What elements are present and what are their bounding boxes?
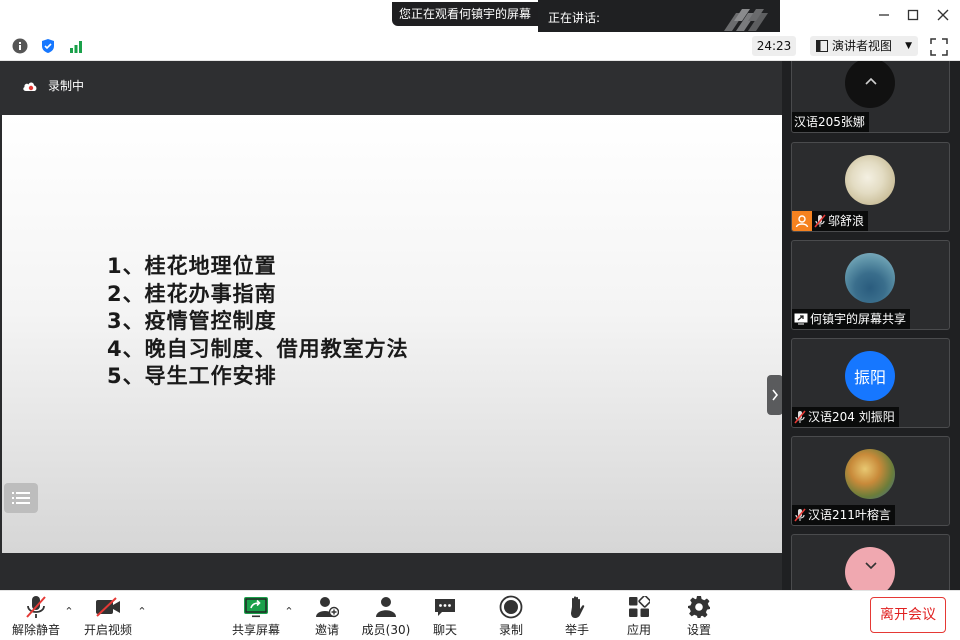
apps-icon — [626, 595, 652, 619]
maximize-button[interactable] — [902, 4, 924, 26]
unmute-button[interactable]: 解除静音 — [10, 593, 62, 639]
participant-name: 汉语205张娜 — [792, 112, 869, 132]
minimize-button[interactable] — [873, 4, 895, 26]
close-icon — [937, 9, 949, 21]
speaker-logo-icon — [724, 9, 768, 31]
slide-item: 2、桂花办事指南 — [107, 281, 277, 306]
participant-tile[interactable]: 振阳 汉语204 刘振阳 — [791, 338, 950, 428]
muted-mic-icon — [814, 214, 826, 228]
chevron-down-icon — [865, 562, 877, 570]
raise-hand-label: 举手 — [564, 623, 589, 637]
invite-button[interactable]: 邀请 — [309, 593, 345, 639]
close-button[interactable] — [932, 4, 954, 26]
audio-options-caret[interactable]: ⌃ — [63, 605, 75, 618]
screen-share-icon — [794, 313, 808, 325]
start-video-label: 开启视频 — [83, 623, 132, 637]
presentation-slide: 1、桂花地理位置 2、桂花办事指南 3、疫情管控制度 4、晚自习制度、借用教室方… — [2, 115, 782, 553]
share-screen-icon — [243, 595, 269, 619]
muted-mic-icon — [23, 595, 49, 619]
avatar — [845, 253, 895, 303]
chat-button[interactable]: 聊天 — [427, 593, 463, 639]
gallery-scroll-down-button[interactable] — [845, 548, 897, 584]
user-icon — [792, 211, 812, 231]
avatar — [845, 449, 895, 499]
speaker-view-icon — [816, 40, 828, 52]
record-icon — [498, 595, 524, 619]
apps-label: 应用 — [626, 623, 651, 637]
shared-screen-area: 录制中 1、桂花地理位置 2、桂花办事指南 3、疫情管控制度 4、晚自习制度、借… — [0, 61, 783, 590]
share-options-caret[interactable]: ⌃ — [283, 605, 295, 618]
slide-agenda-list: 1、桂花地理位置 2、桂花办事指南 3、疫情管控制度 4、晚自习制度、借用教室方… — [107, 253, 409, 391]
members-button[interactable]: 成员(30) — [361, 593, 411, 639]
muted-mic-icon — [794, 410, 806, 424]
chat-label: 聊天 — [432, 623, 457, 637]
settings-label: 设置 — [686, 623, 711, 637]
members-label: 成员(30) — [361, 623, 411, 637]
slide-item: 3、疫情管控制度 — [107, 309, 277, 333]
participant-gallery: 汉语205张娜 邬舒浪 何镇宇的屏幕共享 振阳 汉语204 刘振阳 汉语211叶… — [782, 61, 960, 590]
avatar — [845, 155, 895, 205]
slide-item: 5、导生工作安排 — [107, 364, 277, 388]
security-button[interactable] — [39, 37, 57, 55]
share-screen-label: 共享屏幕 — [231, 623, 280, 637]
chevron-up-icon — [865, 77, 877, 85]
video-options-caret[interactable]: ⌃ — [136, 605, 148, 618]
slide-item: 1、桂花地理位置 — [107, 254, 277, 278]
chevron-down-icon: ▼ — [905, 41, 912, 51]
viewing-screen-indicator: 您正在观看何镇宇的屏幕 — [392, 2, 538, 26]
network-status-button[interactable] — [67, 37, 85, 55]
meeting-info-bar: 24:23 演讲者视图 ▼ — [0, 32, 960, 61]
share-screen-button[interactable]: 共享屏幕 — [230, 593, 282, 639]
participant-tile[interactable]: 何镇宇的屏幕共享 — [791, 240, 950, 330]
record-button[interactable]: 录制 — [493, 593, 529, 639]
minimize-icon — [879, 14, 889, 16]
participant-name: 邬舒浪 — [792, 211, 869, 231]
gallery-scroll-up-button[interactable] — [845, 63, 897, 99]
members-icon — [373, 595, 399, 619]
meeting-info-button[interactable] — [11, 37, 29, 55]
maximize-icon — [907, 9, 919, 21]
gear-icon — [686, 595, 712, 619]
chevron-right-icon — [772, 389, 779, 401]
list-icon — [12, 492, 30, 504]
raise-hand-button[interactable]: 举手 — [559, 593, 595, 639]
unmute-label: 解除静音 — [11, 623, 60, 637]
slide-outline-button[interactable] — [4, 483, 38, 513]
participant-name: 何镇宇的屏幕共享 — [792, 309, 911, 329]
shield-icon — [42, 39, 54, 53]
recording-status: 录制中 — [48, 79, 85, 93]
video-off-icon — [95, 595, 121, 619]
apps-button[interactable]: 应用 — [621, 593, 657, 639]
record-label: 录制 — [498, 623, 523, 637]
slide-item: 4、晚自习制度、借用教室方法 — [107, 336, 409, 361]
info-icon — [12, 38, 28, 54]
recording-bar: 录制中 — [0, 61, 782, 115]
participant-tile[interactable]: 邬舒浪 — [791, 142, 950, 232]
view-mode-dropdown[interactable]: 演讲者视图 ▼ — [810, 36, 918, 56]
fullscreen-icon[interactable] — [930, 38, 948, 56]
collapse-gallery-handle[interactable] — [767, 375, 783, 415]
muted-mic-icon — [794, 508, 806, 522]
meeting-toolbar: 解除静音 ⌃ 开启视频 ⌃ 共享屏幕 ⌃ 邀请 成员(30) 聊天 录制 举手 … — [0, 590, 960, 640]
settings-button[interactable]: 设置 — [681, 593, 717, 639]
cloud-recording-icon — [23, 82, 37, 91]
view-mode-label: 演讲者视图 — [832, 39, 893, 53]
hand-icon — [564, 595, 590, 619]
participant-tile[interactable]: 汉语211叶榕言 — [791, 436, 950, 526]
start-video-button[interactable]: 开启视频 — [82, 593, 134, 639]
avatar: 振阳 — [845, 351, 895, 401]
participant-name: 汉语211叶榕言 — [792, 505, 895, 525]
add-user-icon — [314, 595, 340, 619]
title-bar: 您正在观看何镇宇的屏幕 正在讲话: — [0, 0, 960, 36]
signal-icon — [70, 41, 82, 53]
speaking-label: 正在讲话: — [548, 11, 601, 25]
participant-name: 汉语204 刘振阳 — [792, 407, 899, 427]
meeting-timer: 24:23 — [752, 36, 796, 56]
invite-label: 邀请 — [314, 623, 339, 637]
chat-icon — [432, 595, 458, 619]
leave-meeting-button[interactable]: 离开会议 — [870, 597, 946, 633]
